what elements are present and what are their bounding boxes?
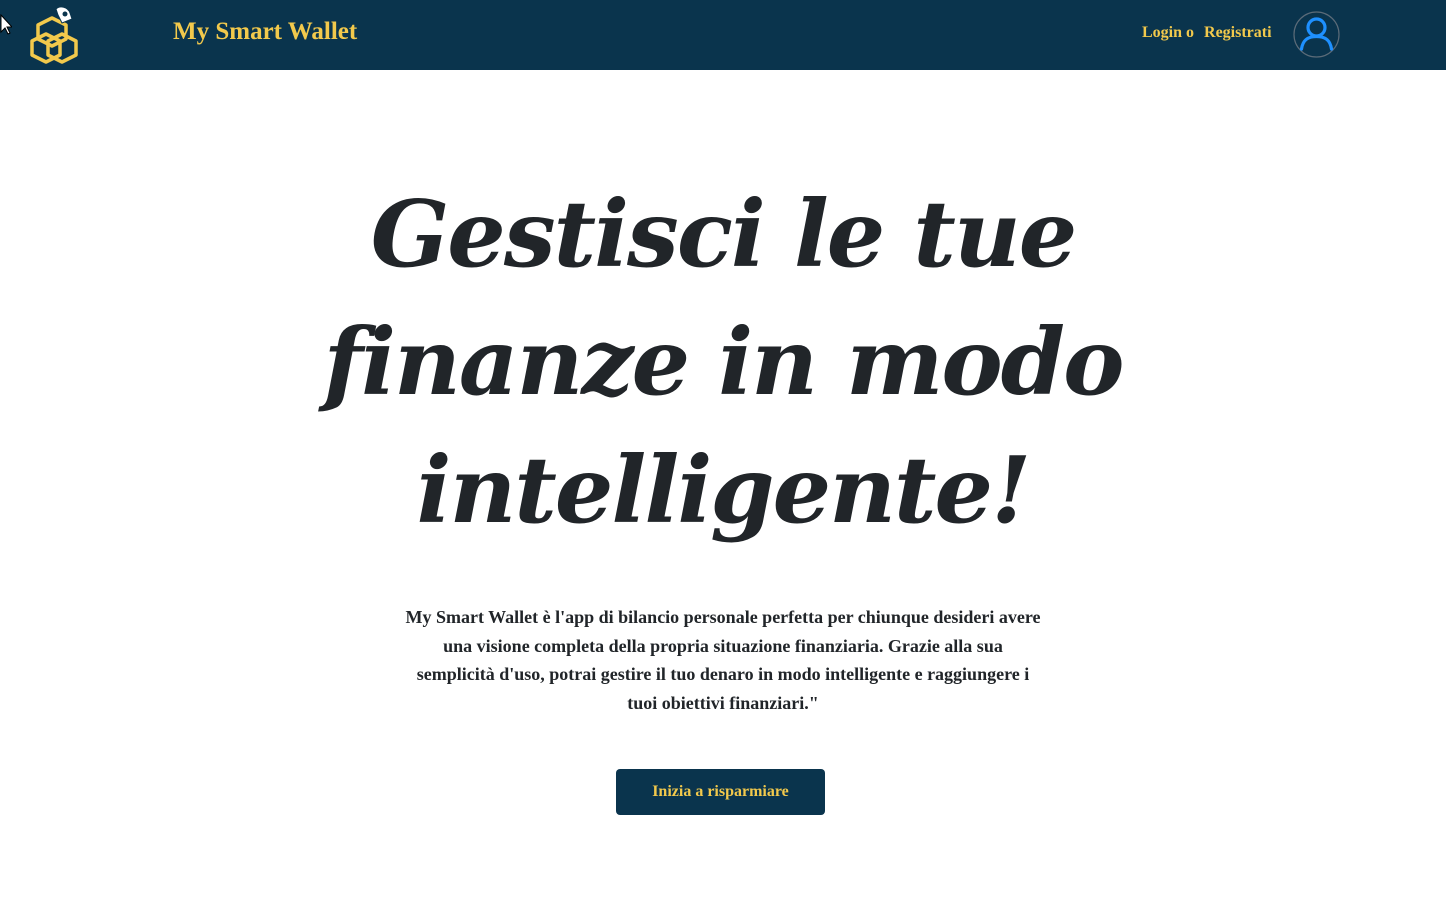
wallet-logo-icon[interactable] <box>26 5 80 65</box>
login-link[interactable]: Login o <box>1142 24 1194 41</box>
auth-links: Login o Registrati <box>1142 24 1272 42</box>
mouse-cursor-icon <box>0 14 12 35</box>
start-saving-button[interactable]: Inizia a risparmiare <box>616 769 825 815</box>
brand-title[interactable]: My Smart Wallet <box>173 18 357 46</box>
top-navbar: My Smart Wallet Login o Registrati <box>0 0 1446 70</box>
user-avatar-icon[interactable] <box>1293 11 1340 58</box>
hero-title: Gestisci le tue finanze in modo intellig… <box>323 180 1125 544</box>
register-link[interactable]: Registrati <box>1204 24 1272 41</box>
hero-description: My Smart Wallet è l'app di bilancio pers… <box>405 607 1041 713</box>
